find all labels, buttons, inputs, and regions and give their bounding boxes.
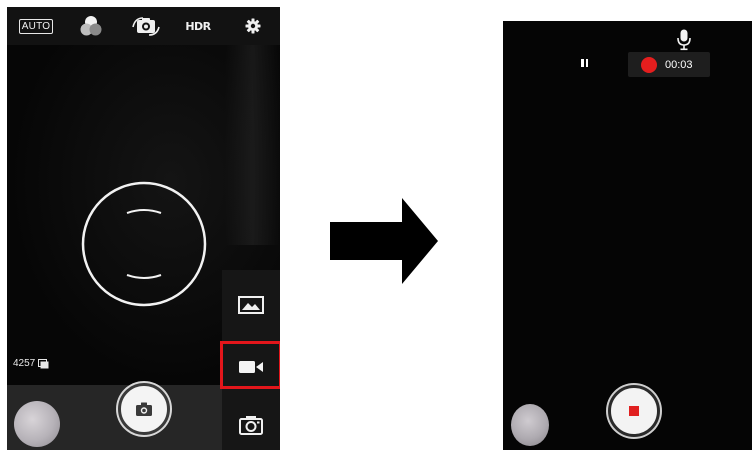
stop-record-icon (629, 406, 639, 416)
microphone-icon (677, 29, 691, 51)
record-dot-icon (641, 56, 657, 73)
camera-screen-recording: 00:03 (503, 21, 752, 450)
focus-ring-icon (81, 181, 207, 307)
recording-indicator: 00:03 (628, 52, 710, 77)
remaining-shots-value: 4257 (13, 358, 36, 369)
switch-camera-icon[interactable] (129, 7, 163, 45)
color-effects-icon[interactable] (75, 7, 107, 45)
gallery-stack-icon (38, 358, 49, 368)
auto-mode-button[interactable]: AUTO (16, 7, 56, 45)
shutter-button[interactable] (118, 383, 170, 435)
panorama-mode-icon[interactable] (222, 282, 280, 328)
hdr-label: HDR (185, 19, 211, 33)
camera-screen-photo: AUTO HDR 4257 (7, 7, 280, 450)
camera-icon (136, 402, 152, 416)
camera-top-bar: AUTO HDR (7, 7, 280, 45)
hdr-button[interactable]: HDR (183, 7, 213, 45)
gallery-thumbnail[interactable] (14, 401, 60, 447)
arrow-right-icon (330, 198, 438, 284)
photo-mode-icon[interactable] (222, 404, 280, 446)
remaining-shots: 4257 (13, 358, 49, 369)
pause-icon[interactable] (581, 59, 588, 67)
gallery-thumbnail[interactable] (511, 404, 549, 446)
viewfinder-reflection (225, 45, 280, 245)
stop-record-button[interactable] (608, 385, 660, 437)
recording-time: 00:03 (665, 58, 693, 71)
auto-mode-label: AUTO (18, 18, 54, 34)
settings-icon[interactable] (239, 7, 267, 45)
video-mode-highlight (220, 341, 280, 389)
